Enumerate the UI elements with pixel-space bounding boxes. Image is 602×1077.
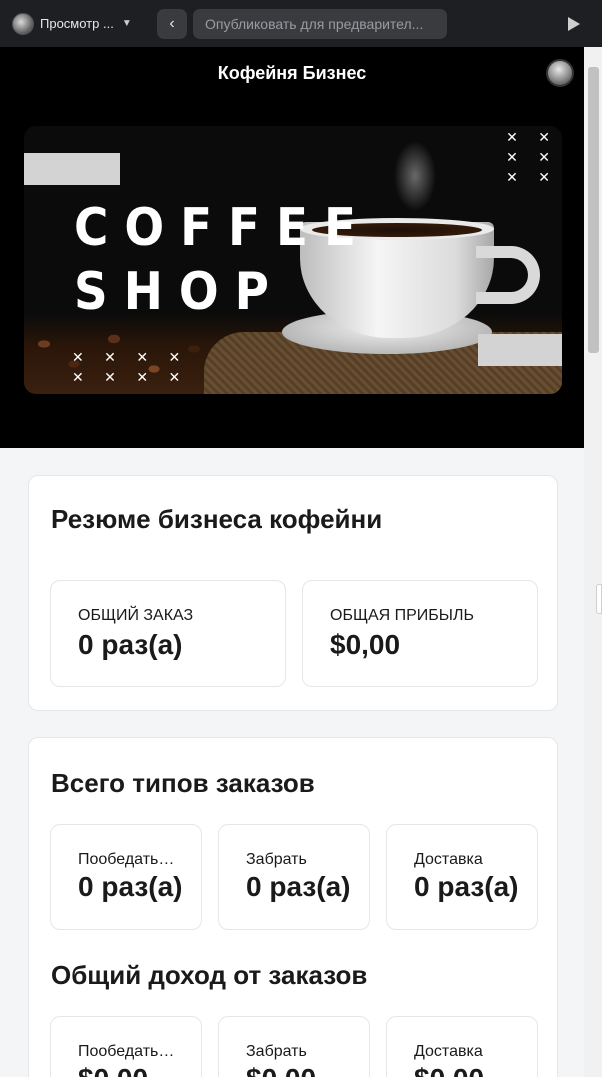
order-type-dine-in: Пообедать в ресторане 0 раз(а) [50, 824, 202, 930]
app-switcher-label: Просмотр ... [40, 16, 114, 31]
total-orders-value: 0 раз(а) [78, 629, 183, 660]
order-type-value: 0 раз(а) [246, 871, 351, 902]
income-label: Забрать [246, 1043, 307, 1060]
avatar [12, 12, 34, 35]
banner-text-coffee: COFFEE [74, 198, 372, 258]
total-profit-label: ОБЩАЯ ПРИБЫЛЬ [330, 607, 474, 624]
steam-decor [360, 126, 470, 226]
order-type-value: 0 раз(а) [78, 871, 183, 902]
play-icon[interactable] [568, 16, 580, 31]
order-type-label: Пообедать в ресторане [78, 851, 178, 868]
summary-title: Резюме бизнеса кофейни [51, 504, 383, 534]
app-switcher[interactable]: Просмотр ... ▼ [12, 7, 148, 41]
order-type-delivery: Доставка 0 раз(а) [386, 824, 538, 930]
chevron-left-icon: ‹ [169, 14, 175, 32]
income-value: $0,00 [246, 1063, 374, 1077]
total-orders-label: ОБЩИЙ ЗАКАЗ [78, 607, 194, 624]
income-value: $0,00 [414, 1063, 542, 1077]
order-type-value: 0 раз(а) [414, 871, 519, 902]
banner-section: COFFEE SHOP ✕ ✕ ✕ ✕ ✕ ✕ ✕ ✕ ✕ ✕ ✕ ✕ ✕ ✕ [0, 99, 584, 448]
image-placeholder-box [24, 153, 120, 185]
income-value: $0,00 [78, 1063, 206, 1077]
scrollbar-thumb[interactable] [588, 67, 599, 353]
page-title: Кофейня Бизнес [217, 62, 367, 83]
order-types-title: Всего типов заказов [51, 768, 315, 798]
publish-preview-field[interactable]: Опубликовать для предварител... [193, 8, 447, 39]
business-summary-card: Резюме бизнеса кофейни ОБЩИЙ ЗАКАЗ 0 раз… [28, 475, 558, 711]
page-scrollbar[interactable] [584, 47, 602, 1077]
total-orders-stat: ОБЩИЙ ЗАКАЗ 0 раз(а) [50, 580, 286, 687]
cross-pattern-decor: ✕ ✕ ✕ ✕ ✕ ✕ ✕ ✕ [72, 350, 189, 386]
chevron-down-icon: ▼ [121, 18, 132, 29]
side-panel-handle[interactable] [596, 584, 602, 614]
image-placeholder-box [478, 334, 562, 366]
total-profit-value: $0,00 [330, 629, 401, 660]
editor-toolbar: Просмотр ... ▼ ‹ Опубликовать для предва… [0, 0, 602, 47]
app-header: Кофейня Бизнес [0, 47, 584, 99]
income-label: Пообедать в ресторане [78, 1043, 178, 1060]
cross-pattern-decor: ✕ ✕ ✕ ✕ ✕ ✕ [506, 130, 558, 186]
total-profit-stat: ОБЩАЯ ПРИБЫЛЬ $0,00 [302, 580, 538, 687]
income-delivery: Доставка $0,00 [386, 1016, 538, 1077]
order-income-title: Общий доход от заказов [51, 960, 368, 990]
profile-avatar[interactable] [546, 59, 574, 87]
income-pickup: Забрать $0,00 [218, 1016, 370, 1077]
order-type-pickup: Забрать 0 раз(а) [218, 824, 370, 930]
order-type-label: Забрать [246, 851, 307, 868]
cup-handle-decor [476, 246, 540, 304]
income-label: Доставка [414, 1043, 483, 1060]
order-type-label: Доставка [414, 851, 483, 868]
banner-text-shop: SHOP [74, 262, 285, 322]
income-dine-in: Пообедать в ресторане $0,00 [50, 1016, 202, 1077]
back-button[interactable]: ‹ [157, 8, 187, 39]
coffee-shop-banner-image: COFFEE SHOP ✕ ✕ ✕ ✕ ✕ ✕ ✕ ✕ ✕ ✕ ✕ ✕ ✕ ✕ [24, 126, 562, 394]
orders-card: Всего типов заказов Пообедать в ресторан… [28, 737, 558, 1077]
